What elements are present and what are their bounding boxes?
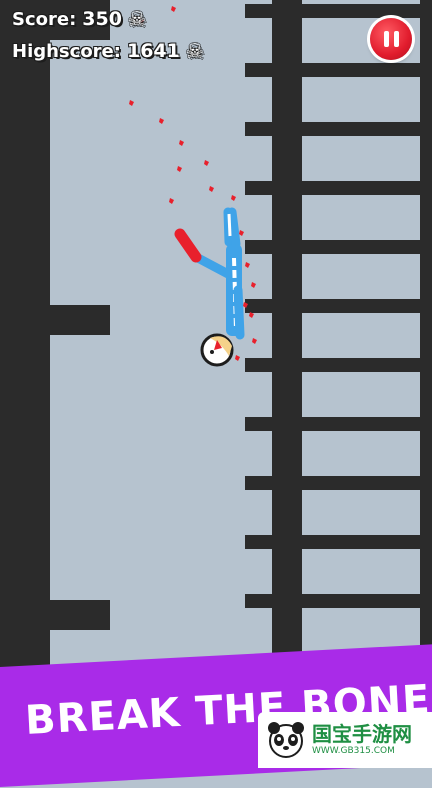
- pause-button[interactable]: [370, 18, 412, 60]
- blood-drop: [129, 100, 134, 106]
- highscore-display: Highscore: 1641 ☠: [12, 40, 204, 62]
- highscore-value: 1641: [126, 40, 180, 62]
- blood-drop: [204, 160, 209, 166]
- score-display: Score: 350 ☠: [12, 8, 146, 30]
- tower-rung: [245, 299, 272, 313]
- tower-rung: [245, 4, 272, 18]
- blood-drop: [171, 6, 176, 12]
- tower-rung: [245, 535, 272, 549]
- watermark-text: 国宝手游网: [312, 722, 412, 746]
- tower-rung: [302, 476, 420, 490]
- blood-drop: [169, 198, 174, 204]
- blood-drop: [252, 338, 257, 344]
- pause-icon: [383, 31, 389, 47]
- tower-rung: [302, 535, 420, 549]
- tower-rung: [302, 358, 420, 372]
- tower-rung: [302, 181, 420, 195]
- tower-rung: [302, 122, 420, 136]
- tower-rung: [245, 181, 272, 195]
- tower-rung: [245, 63, 272, 77]
- highscore-label: Highscore:: [12, 40, 121, 62]
- panda-logo-icon: [268, 722, 304, 758]
- blood-drop: [231, 195, 236, 201]
- score-value: 350: [82, 8, 122, 30]
- tower-rung: [302, 417, 420, 431]
- ragdoll-arm-glove: [174, 228, 202, 263]
- score-label: Score:: [12, 8, 77, 30]
- tower-rung: [302, 4, 420, 18]
- pause-icon: [393, 31, 399, 47]
- watermark-url: WWW.GB315.COM: [312, 746, 395, 756]
- blood-drop: [179, 140, 184, 146]
- tower-rung: [302, 240, 420, 254]
- left-wall: [0, 0, 50, 768]
- skull-crossbones-icon: ☠: [127, 7, 146, 31]
- tower-rung: [245, 122, 272, 136]
- ragdoll-bone-leg: [227, 213, 232, 237]
- blood-drop: [239, 230, 244, 236]
- tower-rung: [245, 476, 272, 490]
- tower-rung: [302, 594, 420, 608]
- blood-drop: [159, 118, 164, 124]
- tower-rung: [245, 417, 272, 431]
- ragdoll-eye: [210, 350, 214, 354]
- tower-rung: [302, 299, 420, 313]
- blood-drop: [209, 186, 214, 192]
- blood-drop: [245, 262, 250, 268]
- tower-rung: [245, 240, 272, 254]
- tower-rungs: [245, 4, 420, 608]
- tower-rung: [245, 358, 272, 372]
- left-ledge-top: [0, 305, 110, 335]
- skull-crossbones-icon: ☠: [185, 39, 204, 63]
- blood-drop: [235, 355, 240, 361]
- tower-rung: [245, 594, 272, 608]
- tower-rung: [302, 63, 420, 77]
- left-ledge-bottom: [0, 600, 110, 630]
- blood-drop: [177, 166, 182, 172]
- blood-drop: [251, 282, 256, 288]
- ragdoll-leg-right: [227, 207, 241, 249]
- site-watermark: 国宝手游网 WWW.GB315.COM: [258, 712, 432, 768]
- ragdoll-arm-lower: [233, 285, 245, 340]
- ragdoll-arm-upper: [193, 253, 235, 280]
- ragdoll-character: [174, 207, 245, 367]
